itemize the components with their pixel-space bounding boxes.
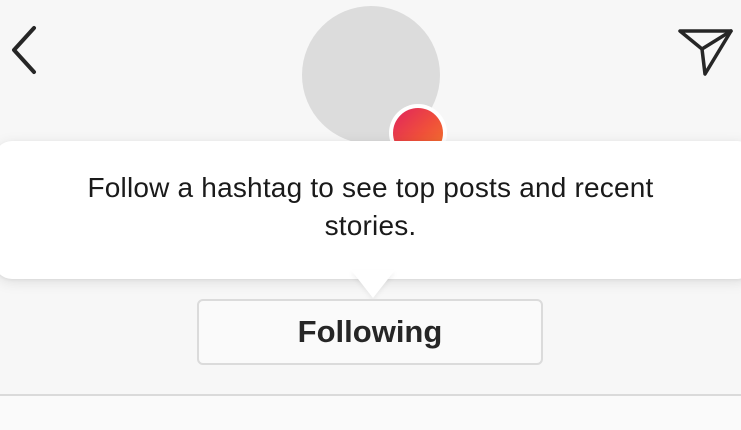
tooltip-message: Follow a hashtag to see top posts and re… [0,169,741,245]
tooltip-line-2: stories. [324,210,417,241]
tooltip-pointer [351,270,395,298]
tooltip-line-1: Follow a hashtag to see top posts and re… [87,172,654,203]
content-area [0,396,741,430]
back-button[interactable] [2,22,46,78]
paper-plane-icon [678,29,733,76]
chevron-left-icon [12,26,36,74]
following-button[interactable]: Following [197,299,543,365]
hashtag-page: Follow a hashtag to see top posts and re… [0,0,741,430]
hashtag-avatar-group[interactable] [302,6,447,162]
direct-message-button[interactable] [676,22,736,82]
